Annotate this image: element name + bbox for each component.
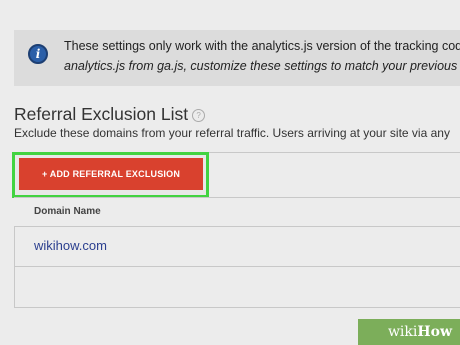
help-icon[interactable]: ? [192, 108, 206, 122]
table-row: wikihow.com [14, 227, 460, 267]
divider [14, 307, 460, 308]
notice-text: These settings only work with the analyt… [64, 36, 460, 76]
watermark-suffix: How [417, 324, 452, 340]
section-description: Exclude these domains from your referral… [14, 126, 450, 140]
info-notice: i These settings only work with the anal… [14, 30, 460, 86]
section-title: Referral Exclusion List? [14, 104, 206, 125]
info-icon: i [28, 44, 48, 64]
domain-link[interactable]: wikihow.com [34, 238, 107, 253]
section-title-text: Referral Exclusion List [14, 104, 189, 124]
empty-table-row [14, 267, 460, 308]
column-header-domain-name: Domain Name [34, 206, 101, 217]
wikihow-watermark: wikiHow [358, 319, 460, 345]
top-bar [0, 0, 460, 24]
watermark-prefix: wiki [387, 324, 418, 340]
notice-line-1: These settings only work with the analyt… [64, 39, 460, 53]
notice-line-2: analytics.js from ga.js, customize these… [64, 59, 458, 73]
table-header: Domain Name [14, 197, 460, 227]
add-referral-exclusion-button[interactable]: + ADD REFERRAL EXCLUSION [19, 158, 203, 190]
